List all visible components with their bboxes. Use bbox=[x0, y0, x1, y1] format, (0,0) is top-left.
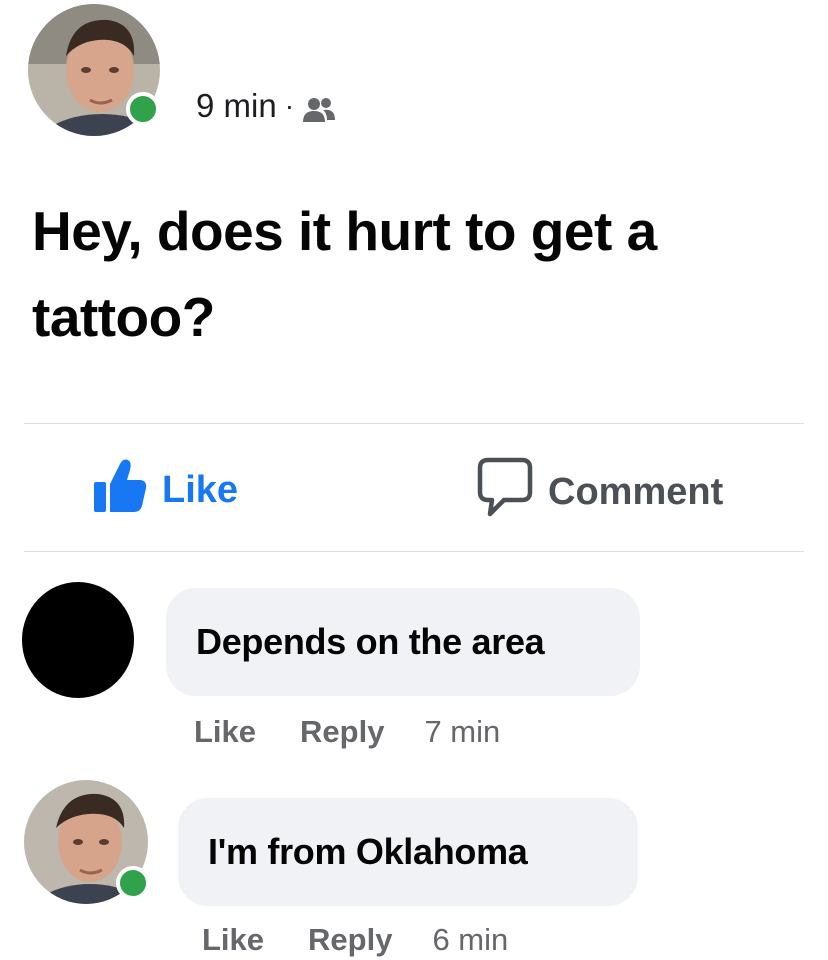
comment-bubble: I'm from Oklahoma bbox=[178, 798, 638, 906]
like-label: Like bbox=[162, 468, 239, 511]
speech-bubble-icon bbox=[476, 456, 534, 528]
comment-actions: Like Reply 7 min bbox=[194, 714, 500, 750]
comment-label: Comment bbox=[548, 470, 724, 513]
comment-like-button[interactable]: Like bbox=[194, 714, 256, 750]
comment-reply-button[interactable]: Reply bbox=[300, 714, 384, 750]
action-bar-bottom-divider bbox=[24, 551, 804, 552]
commenter-avatar[interactable] bbox=[22, 582, 134, 698]
comment-reply-button[interactable]: Reply bbox=[308, 922, 392, 958]
comment-time[interactable]: 7 min bbox=[424, 714, 500, 750]
meta-separator: · bbox=[284, 90, 295, 121]
comment-time[interactable]: 6 min bbox=[432, 922, 508, 958]
like-button[interactable]: Like bbox=[92, 456, 238, 524]
comment-like-button[interactable]: Like bbox=[202, 922, 264, 958]
comment-text: Depends on the area bbox=[196, 621, 545, 662]
post-meta: 9 min · bbox=[196, 84, 336, 128]
thumbs-up-icon bbox=[92, 456, 148, 524]
comment-text: I'm from Oklahoma bbox=[208, 831, 528, 872]
comment-button[interactable]: Comment bbox=[476, 456, 723, 528]
comment-bubble: Depends on the area bbox=[166, 588, 640, 696]
friends-icon[interactable] bbox=[302, 93, 336, 122]
post-text: Hey, does it hurt to get a tattoo? bbox=[32, 200, 657, 348]
post-time[interactable]: 9 min bbox=[196, 87, 277, 125]
online-status-dot bbox=[116, 866, 150, 900]
action-bar-top-divider bbox=[24, 423, 804, 424]
online-status-dot bbox=[126, 92, 160, 126]
comment-actions: Like Reply 6 min bbox=[202, 922, 508, 958]
